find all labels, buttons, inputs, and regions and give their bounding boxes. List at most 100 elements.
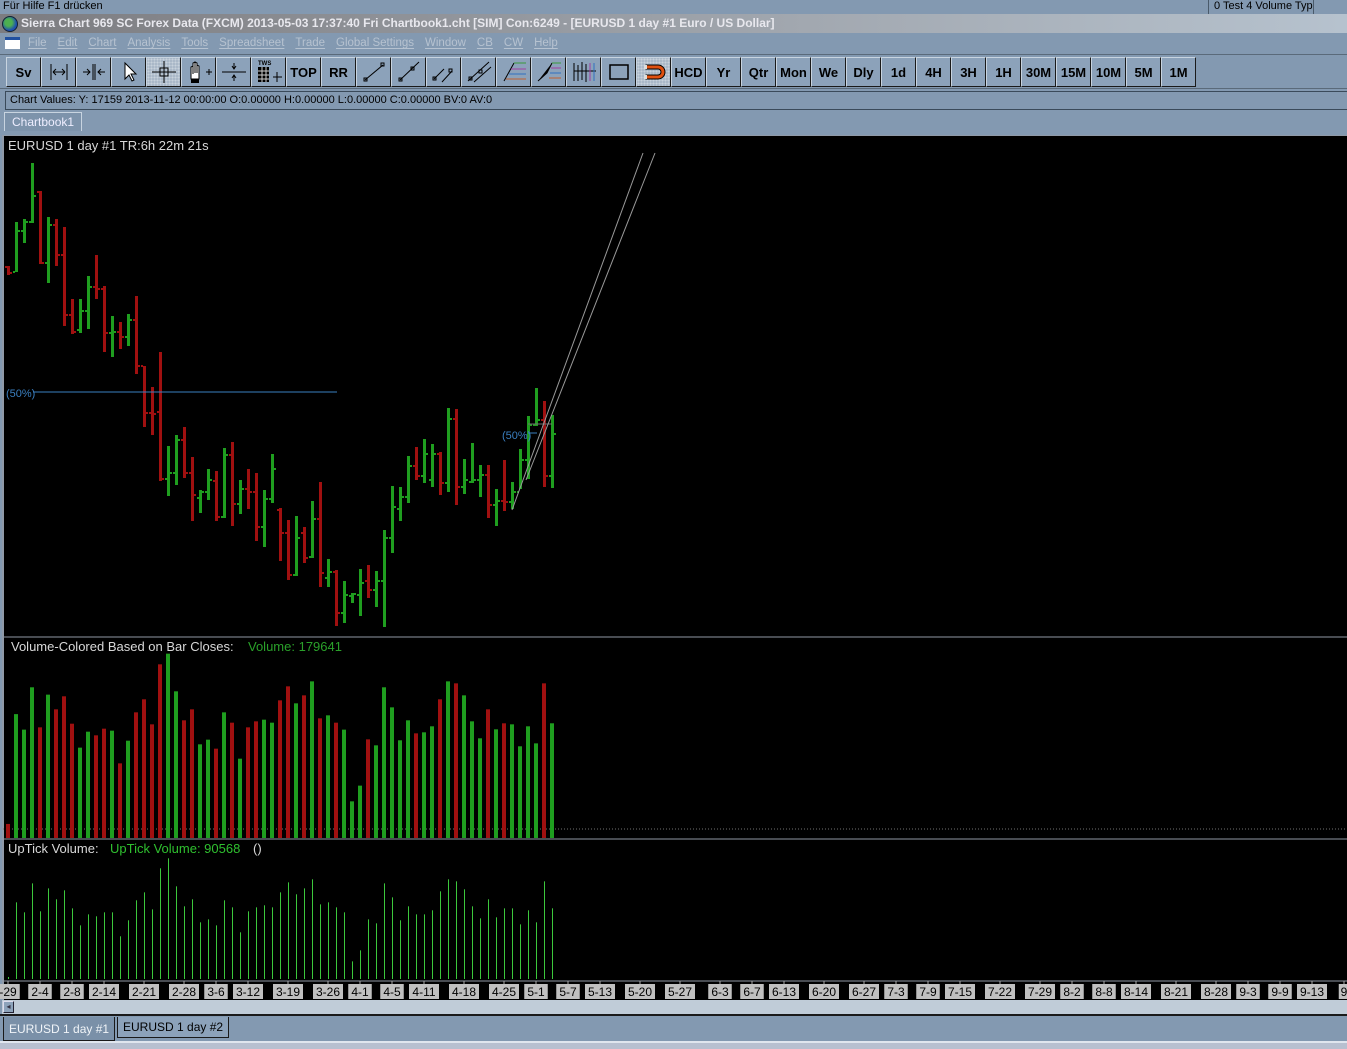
ohlc-bar bbox=[69, 299, 76, 334]
toolbar-button-3h[interactable]: 3H bbox=[951, 57, 986, 87]
toolbar-button-15m[interactable]: 15M bbox=[1056, 57, 1091, 87]
ray-button[interactable] bbox=[391, 57, 426, 87]
channel-button[interactable] bbox=[461, 57, 496, 87]
ohlc-bar-open bbox=[237, 503, 239, 505]
toolbar-button-4h[interactable]: 4H bbox=[916, 57, 951, 87]
tws-grid-button[interactable]: TWS bbox=[251, 57, 286, 87]
ohlc-bar bbox=[397, 487, 404, 521]
magnet-button[interactable] bbox=[636, 57, 671, 87]
volume-bar bbox=[374, 745, 378, 838]
uptick-volume-bar bbox=[536, 922, 537, 979]
menu-trade[interactable]: Trade bbox=[295, 37, 325, 49]
ohlc-bar-range bbox=[31, 163, 34, 223]
toolbar-button-qtr[interactable]: Qtr bbox=[741, 57, 776, 87]
values-line-button[interactable] bbox=[216, 57, 251, 87]
volume-bars bbox=[6, 653, 554, 838]
document-icon[interactable] bbox=[5, 37, 20, 49]
volume-bar bbox=[502, 723, 506, 838]
uptick-volume-bar bbox=[368, 919, 369, 979]
menu-cw[interactable]: CW bbox=[504, 37, 523, 49]
compress-button[interactable] bbox=[76, 57, 111, 87]
ohlc-bar bbox=[205, 469, 212, 500]
ohlc-bar-open bbox=[333, 571, 335, 573]
menu-edit[interactable]: Edit bbox=[58, 37, 78, 49]
volume-value-label: Volume: 179641 bbox=[248, 639, 342, 654]
volume-bar bbox=[38, 727, 42, 838]
ohlc-bar-close bbox=[298, 537, 300, 539]
chart-canvas[interactable]: (50%) (50%) -29 2-4 2-8 2-14 2-21 2-28 3-6 3-12… bbox=[0, 136, 1347, 1000]
uptick-volume-bar bbox=[496, 917, 497, 979]
ohlc-bar-range bbox=[71, 299, 74, 334]
ohlc-bar-range bbox=[95, 255, 98, 299]
ohlc-bar bbox=[173, 435, 180, 485]
menu-cb[interactable]: CB bbox=[477, 37, 493, 49]
menu-window[interactable]: Window bbox=[425, 37, 466, 49]
ohlc-bar-close bbox=[90, 286, 92, 288]
x-axis-label: 6-13 bbox=[772, 985, 796, 999]
scroll-left-icon[interactable]: ◂ bbox=[3, 1001, 14, 1013]
ohlc-bar-open bbox=[493, 504, 495, 506]
menu-tools[interactable]: Tools bbox=[181, 37, 208, 49]
horizontal-scrollbar[interactable] bbox=[2, 1000, 1347, 1014]
toolbar-button-yr[interactable]: Yr bbox=[706, 57, 741, 87]
toolbar-button-1m[interactable]: 1M bbox=[1161, 57, 1196, 87]
ohlc-bar bbox=[5, 266, 12, 275]
parallel-lines-button[interactable] bbox=[426, 57, 461, 87]
ohlc-bar-close bbox=[202, 491, 204, 493]
uptick-volume-bar bbox=[304, 888, 305, 979]
ohlc-bar-close bbox=[362, 582, 364, 584]
ohlc-bar-open bbox=[373, 589, 375, 591]
toolbar-button-hcd[interactable]: HCD bbox=[671, 57, 706, 87]
toolbar-button-we[interactable]: We bbox=[811, 57, 846, 87]
menu-analysis[interactable]: Analysis bbox=[127, 37, 170, 49]
menu-help[interactable]: Help bbox=[534, 37, 558, 49]
channel-line-upper[interactable] bbox=[525, 152, 656, 481]
ohlc-bar-close bbox=[370, 589, 372, 591]
uptick-volume-bar bbox=[56, 899, 57, 979]
channel-line-lower[interactable] bbox=[511, 152, 644, 511]
toolbar-button-rr[interactable]: RR bbox=[321, 57, 356, 87]
fib-extension-button[interactable] bbox=[531, 57, 566, 87]
fib-retracement-button[interactable] bbox=[496, 57, 531, 87]
x-axis-label: 8-8 bbox=[1095, 985, 1113, 999]
pointer-button[interactable] bbox=[111, 57, 146, 87]
toolbar-button-5m[interactable]: 5M bbox=[1126, 57, 1161, 87]
x-axis-label: 4-18 bbox=[452, 985, 476, 999]
ohlc-bar-open bbox=[197, 497, 199, 499]
bar-tool-button[interactable] bbox=[566, 57, 601, 87]
uptick-volume-bar bbox=[432, 910, 433, 979]
menu-file[interactable]: File bbox=[28, 37, 47, 49]
rectangle-button[interactable] bbox=[601, 57, 636, 87]
volume-bar bbox=[102, 728, 106, 838]
menu-chart[interactable]: Chart bbox=[88, 37, 116, 49]
ohlc-bar bbox=[221, 448, 228, 518]
ohlc-bar bbox=[421, 439, 428, 483]
toolbar-button-dly[interactable]: Dly bbox=[846, 57, 881, 87]
ohlc-bar-open bbox=[285, 532, 287, 534]
x-axis-label: 3-12 bbox=[236, 985, 260, 999]
toolbar-button-mon[interactable]: Mon bbox=[776, 57, 811, 87]
chart-tab-2[interactable]: EURUSD 1 day #2 bbox=[117, 1017, 230, 1038]
hand-pan-button[interactable] bbox=[181, 57, 216, 87]
toolbar-button-1d[interactable]: 1d bbox=[881, 57, 916, 87]
toolbar-button-top[interactable]: TOP bbox=[286, 57, 321, 87]
menu-spreadsheet[interactable]: Spreadsheet bbox=[219, 37, 284, 49]
price-bars bbox=[5, 163, 556, 627]
ohlc-bar-open bbox=[37, 191, 39, 193]
toolbar-button-1h[interactable]: 1H bbox=[986, 57, 1021, 87]
ohlc-bar-close bbox=[82, 310, 84, 312]
ohlc-bar-range bbox=[383, 530, 386, 627]
ohlc-bar-open bbox=[13, 271, 15, 273]
volume-bar bbox=[510, 724, 514, 838]
ohlc-bar-open bbox=[21, 230, 23, 232]
chart-tab-1[interactable]: EURUSD 1 day #1 bbox=[3, 1017, 116, 1041]
ohlc-bar-close bbox=[274, 468, 276, 470]
chartbook-tab[interactable]: Chartbook1 bbox=[4, 112, 83, 131]
zoom-horizontal-button[interactable] bbox=[41, 57, 76, 87]
menu-global-settings[interactable]: Global Settings bbox=[336, 37, 414, 49]
toolbar-button-sv[interactable]: Sv bbox=[6, 57, 41, 87]
crosshair-button[interactable] bbox=[146, 57, 181, 87]
line-button[interactable] bbox=[356, 57, 391, 87]
toolbar-button-10m[interactable]: 10M bbox=[1091, 57, 1126, 87]
toolbar-button-30m[interactable]: 30M bbox=[1021, 57, 1056, 87]
